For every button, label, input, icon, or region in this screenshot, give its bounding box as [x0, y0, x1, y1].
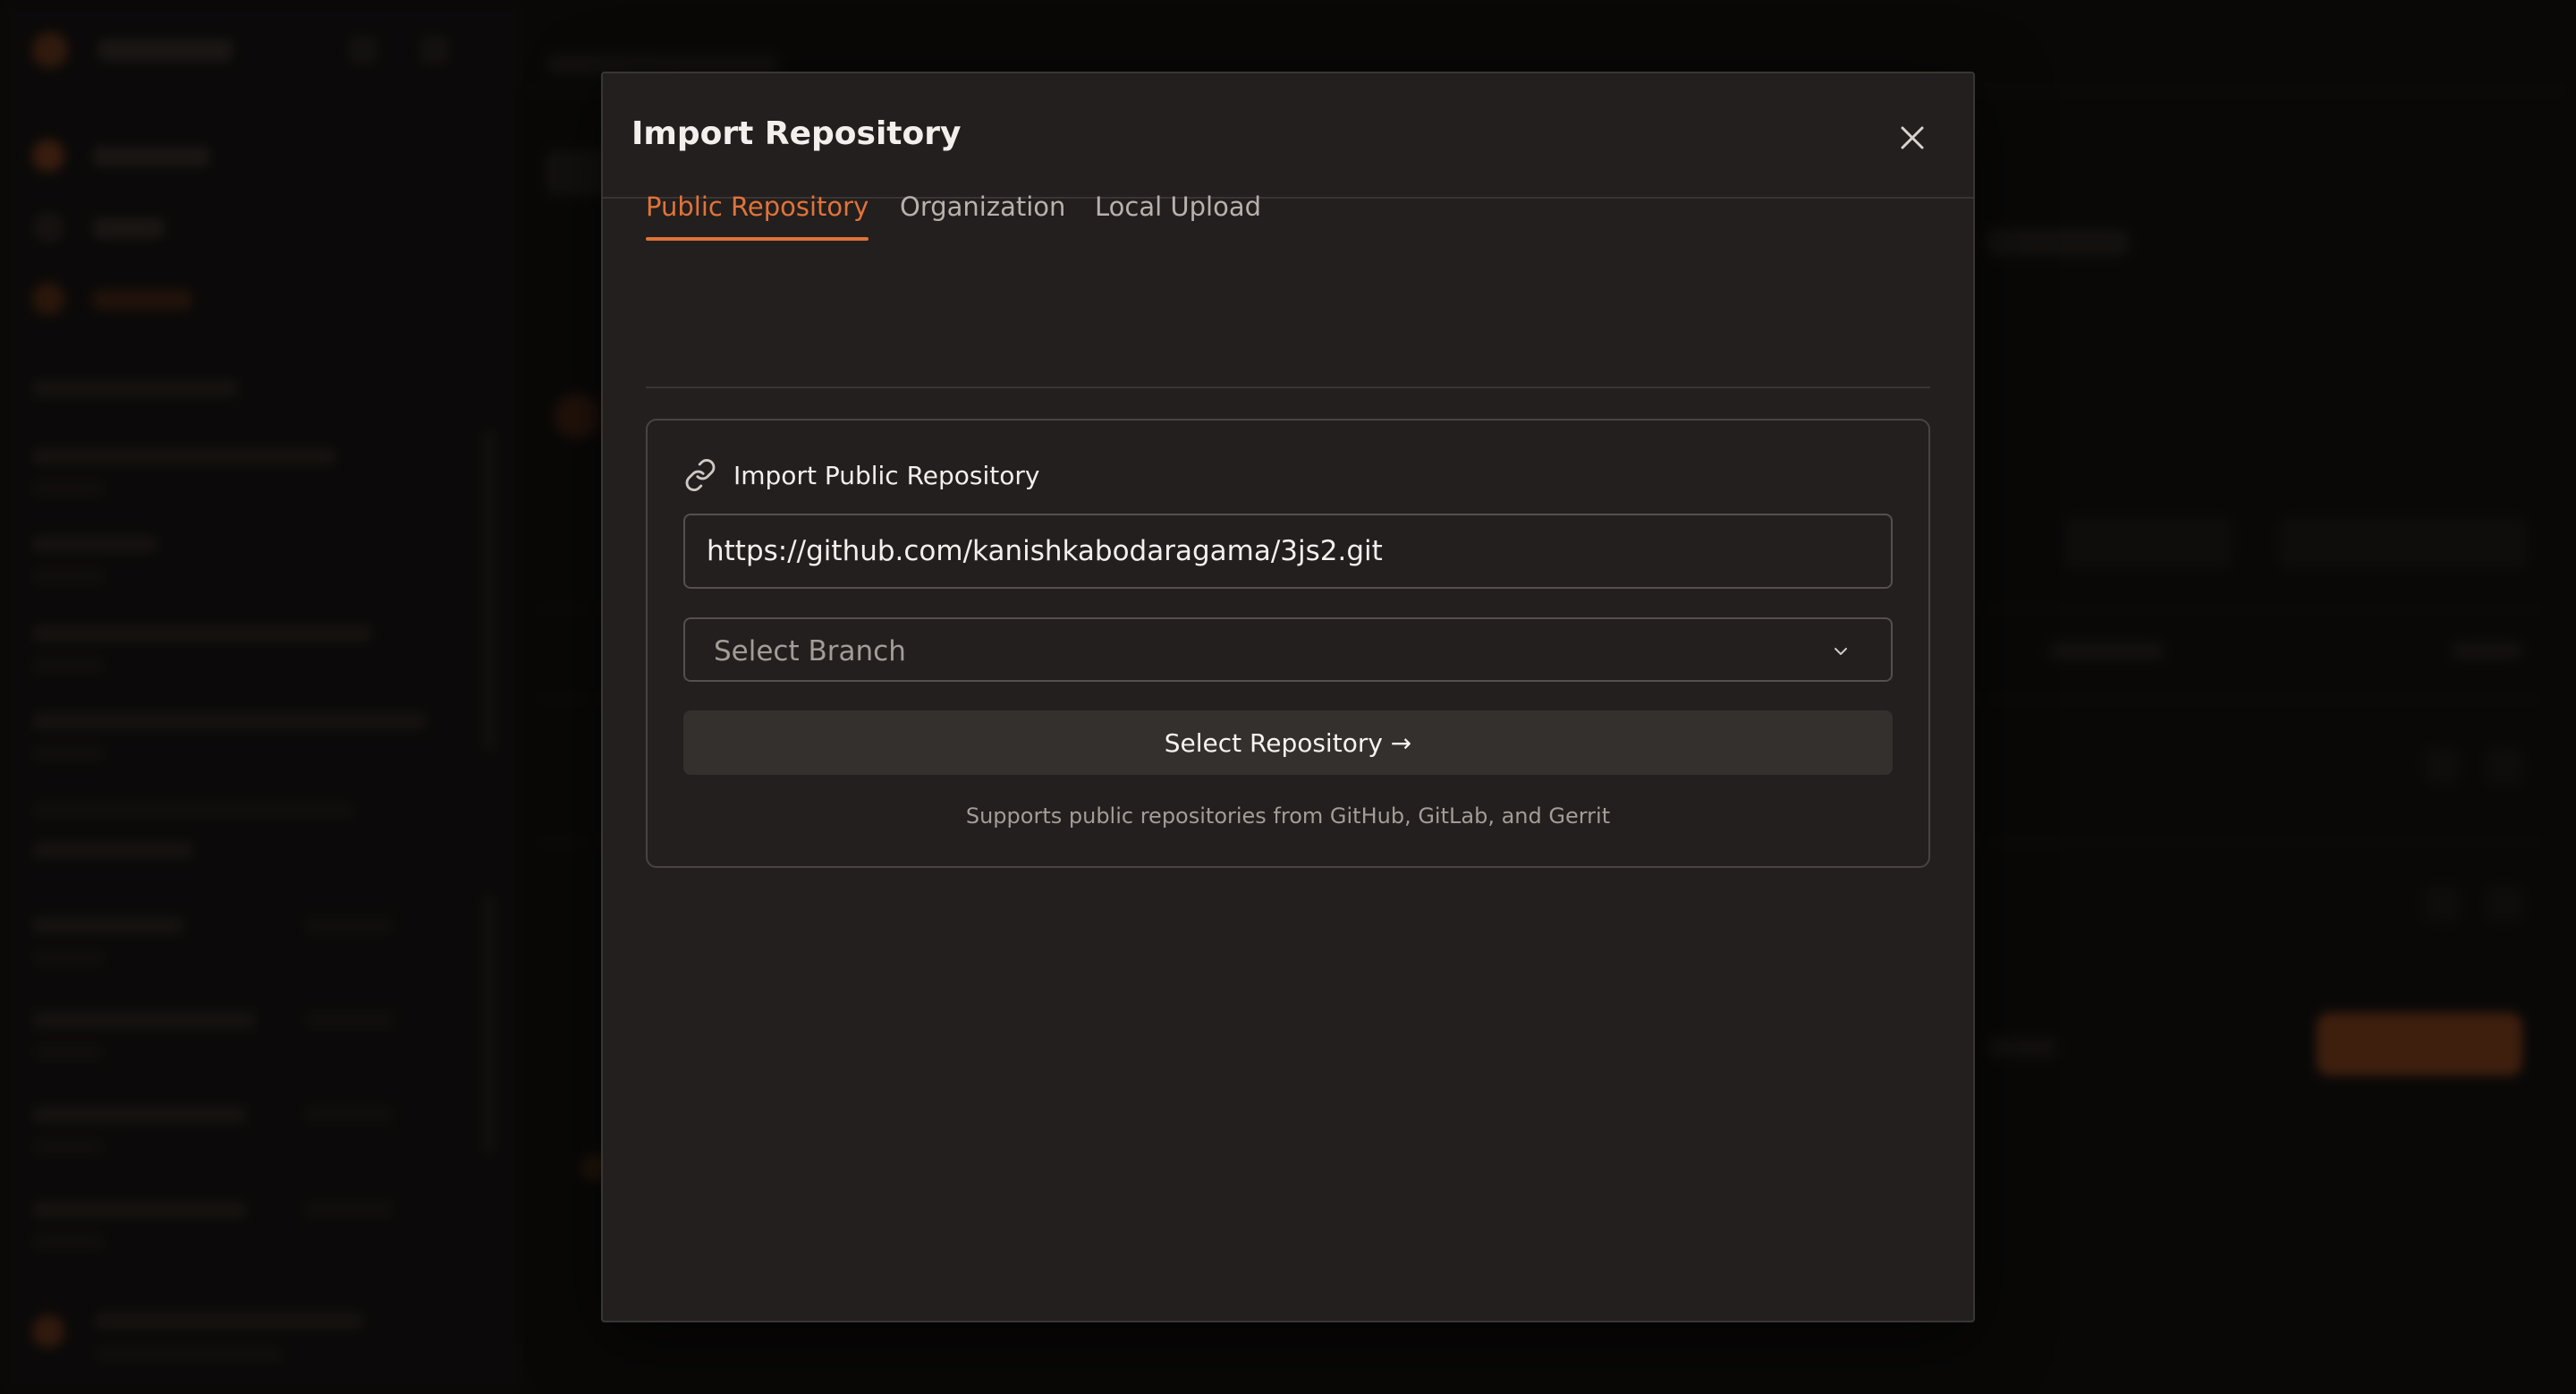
- close-icon: [1901, 126, 1924, 149]
- dialog-header: Import Repository: [603, 73, 1973, 199]
- tab-public-repository[interactable]: Public Repository: [646, 191, 869, 241]
- import-repository-dialog: Import Repository Public Repository Orga…: [601, 72, 1975, 1322]
- dialog-title: Import Repository: [631, 115, 962, 152]
- card-header: Import Public Repository: [683, 458, 1039, 492]
- link-icon: [685, 459, 716, 491]
- tab-divider: [646, 387, 1930, 388]
- repository-url-input[interactable]: [683, 514, 1893, 589]
- app-window: Import Repository Public Repository Orga…: [0, 0, 2576, 1394]
- close-button[interactable]: [1891, 116, 1934, 159]
- chevron-down-icon: [1835, 648, 1847, 655]
- branch-select[interactable]: Select Branch: [683, 617, 1893, 682]
- branch-select-placeholder: Select Branch: [714, 635, 906, 667]
- tab-local-upload[interactable]: Local Upload: [1095, 191, 1261, 241]
- card-title: Import Public Repository: [733, 460, 1040, 490]
- select-repository-button[interactable]: Select Repository →: [683, 710, 1893, 775]
- tab-organization[interactable]: Organization: [900, 191, 1065, 241]
- supported-providers-hint: Supports public repositories from GitHub…: [965, 803, 1611, 829]
- import-public-repository-card: Import Public Repository Select Branch S…: [646, 419, 1930, 868]
